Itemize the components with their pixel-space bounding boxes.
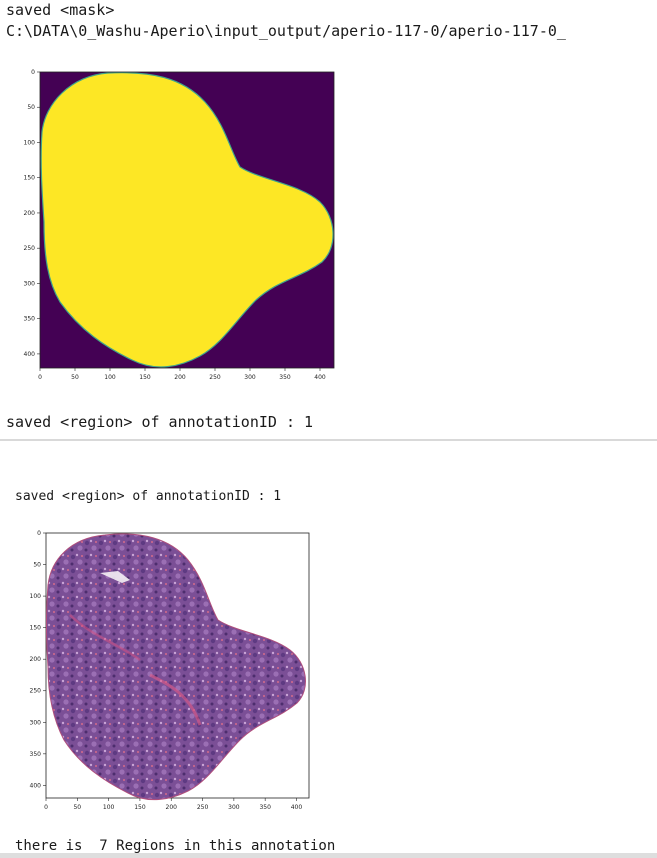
y-tick-label: 350 — [24, 316, 36, 323]
y-tick-label: 100 — [24, 139, 36, 146]
region-plot-y-axis: 0 50 100 150 200 250 300 350 400 — [30, 530, 46, 789]
x-tick-label: 50 — [73, 804, 81, 811]
y-tick-label: 250 — [24, 245, 36, 252]
y-tick-label: 0 — [31, 69, 35, 76]
x-tick-label: 200 — [174, 374, 186, 381]
x-tick-label: 150 — [134, 804, 146, 811]
x-tick-label: 250 — [197, 804, 209, 811]
y-tick-label: 150 — [24, 175, 36, 182]
y-tick-label: 200 — [30, 656, 42, 663]
y-tick-label: 250 — [30, 688, 42, 695]
x-tick-label: 250 — [209, 374, 221, 381]
output-line-saved-region-2: saved <region> of annotationID : 1 — [15, 489, 282, 504]
y-tick-label: 300 — [30, 719, 42, 726]
output-line-path: C:\DATA\0_Washu-Aperio\input_output/aper… — [6, 22, 566, 40]
x-tick-label: 300 — [228, 804, 240, 811]
x-tick-label: 150 — [139, 374, 151, 381]
x-tick-label: 400 — [291, 804, 303, 811]
mask-plot-y-axis: 0 50 100 150 200 250 300 350 400 — [24, 69, 40, 358]
y-tick-label: 100 — [30, 593, 42, 600]
x-tick-label: 300 — [244, 374, 256, 381]
scroll-bottom-edge — [0, 853, 657, 858]
output-line-saved-region: saved <region> of annotationID : 1 — [6, 413, 314, 431]
mask-plot: 0 50 100 150 200 250 300 350 400 0 50 100 150 200 250… — [24, 69, 335, 381]
x-tick-label: 50 — [71, 374, 79, 381]
cell-divider — [0, 439, 657, 441]
y-tick-label: 150 — [30, 625, 42, 632]
region-plot-x-axis: 0 50 100 150 200 250 300 350 400 — [44, 798, 302, 811]
mask-plot-x-axis: 0 50 100 150 200 250 300 350 400 — [38, 368, 326, 381]
y-tick-label: 350 — [30, 751, 42, 758]
y-tick-label: 400 — [24, 351, 36, 358]
y-tick-label: 0 — [37, 530, 41, 537]
x-tick-label: 400 — [314, 374, 326, 381]
output-line-saved-mask: saved <mask> — [6, 1, 115, 19]
y-tick-label: 50 — [33, 562, 41, 569]
x-tick-label: 200 — [166, 804, 178, 811]
x-tick-label: 100 — [104, 374, 116, 381]
y-tick-label: 300 — [24, 280, 36, 287]
x-tick-label: 350 — [259, 804, 271, 811]
x-tick-label: 350 — [279, 374, 291, 381]
y-tick-label: 50 — [27, 104, 35, 111]
output-line-region-count: there is 7 Regions in this annotation — [15, 838, 336, 854]
y-tick-label: 400 — [30, 782, 42, 789]
x-tick-label: 0 — [38, 374, 42, 381]
x-tick-label: 100 — [103, 804, 115, 811]
region-plot: 0 50 100 150 200 250 300 350 400 0 50 100 150 200 250… — [30, 530, 310, 811]
x-tick-label: 0 — [44, 804, 48, 811]
y-tick-label: 200 — [24, 210, 36, 217]
